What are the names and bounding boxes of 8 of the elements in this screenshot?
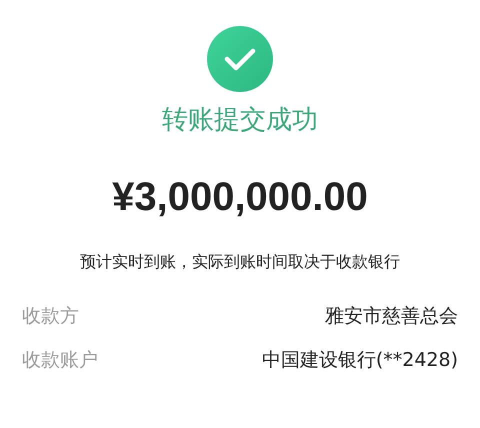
detail-value: 雅安市慈善总会 (325, 304, 458, 329)
detail-value: 中国建设银行(**2428) (262, 348, 458, 373)
detail-label: 收款方 (22, 304, 79, 329)
detail-label: 收款账户 (22, 348, 98, 373)
status-title: 转账提交成功 (162, 104, 318, 137)
check-icon (206, 25, 274, 93)
arrival-note: 预计实时到账，实际到账时间取决于收款银行 (80, 251, 400, 273)
amount: ¥3,000,000.00 (112, 174, 368, 221)
